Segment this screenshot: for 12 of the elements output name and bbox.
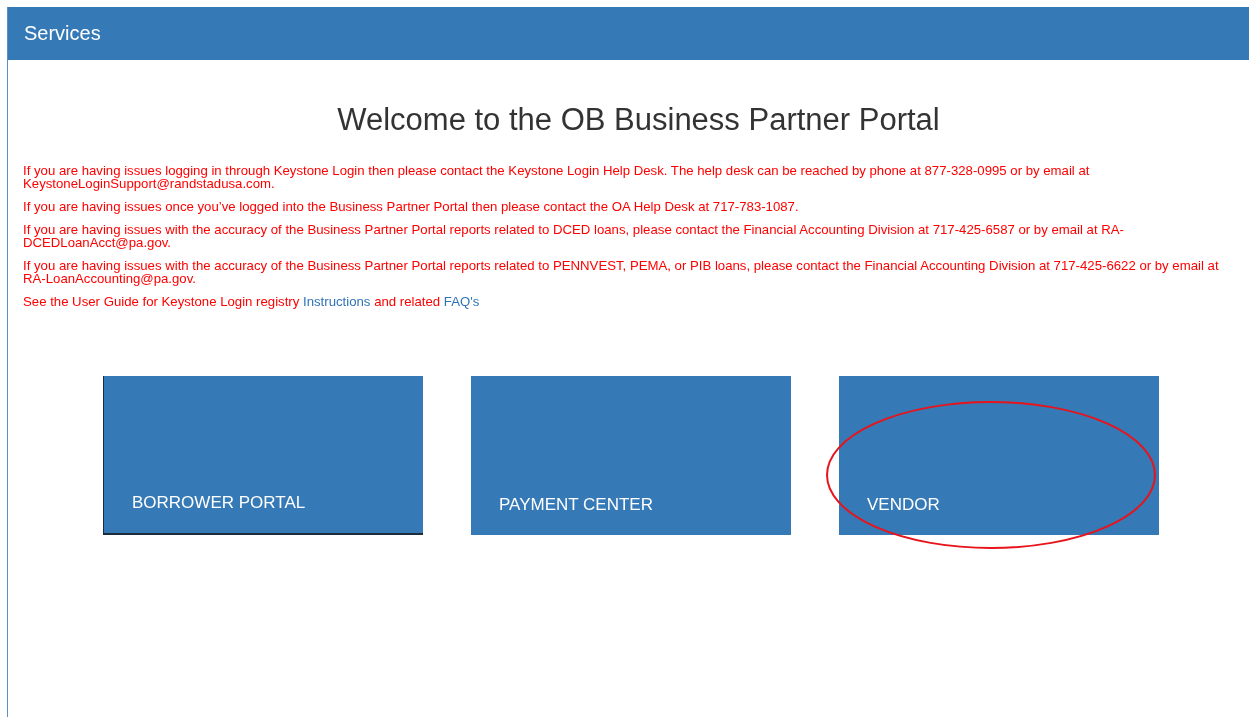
notice-text: See the User Guide for Keystone Login registry Instructions and related FAQ's <box>23 295 481 308</box>
portal-tile[interactable]: PAYMENT CENTER <box>471 376 791 535</box>
link[interactable]: Instructions <box>303 294 371 309</box>
notice-text: If you are having issues with the accuracy of the Business Partner Portal reports related to DCED loans, please contact the Financial Accounting Division at 717-425-6587 or by email at RA-DCEDLoanAcct@pa.gov. <box>23 223 1125 249</box>
portal-tile[interactable]: VENDOR <box>839 376 1159 535</box>
notice-text: If you are having issues logging in through Keystone Login then please contact the Keystone Login Help Desk. The help desk can be reached by phone at 877-328-0995 or by email at KeystoneLoginSupport@randstadusa.com. <box>23 164 1091 190</box>
page-heading: Welcome to the OB Business Partner Portal <box>336 102 941 138</box>
notice-text: If you are having issues once you’ve logged into the Business Partner Portal then please contact the OA Help Desk at 717-783-1087. <box>23 200 800 213</box>
notice-text: If you are having issues with the accuracy of the Business Partner Portal reports related to PENNVEST, PEMA, or PIB loans, please contact the Financial Accounting Division at 717-425-6622 or by email at RA-LoanAccounting@pa.gov. <box>23 259 1219 285</box>
portal-tile[interactable]: BORROWER PORTAL <box>103 376 423 535</box>
header-title: Services <box>24 22 101 45</box>
link[interactable]: FAQ's <box>443 294 480 309</box>
